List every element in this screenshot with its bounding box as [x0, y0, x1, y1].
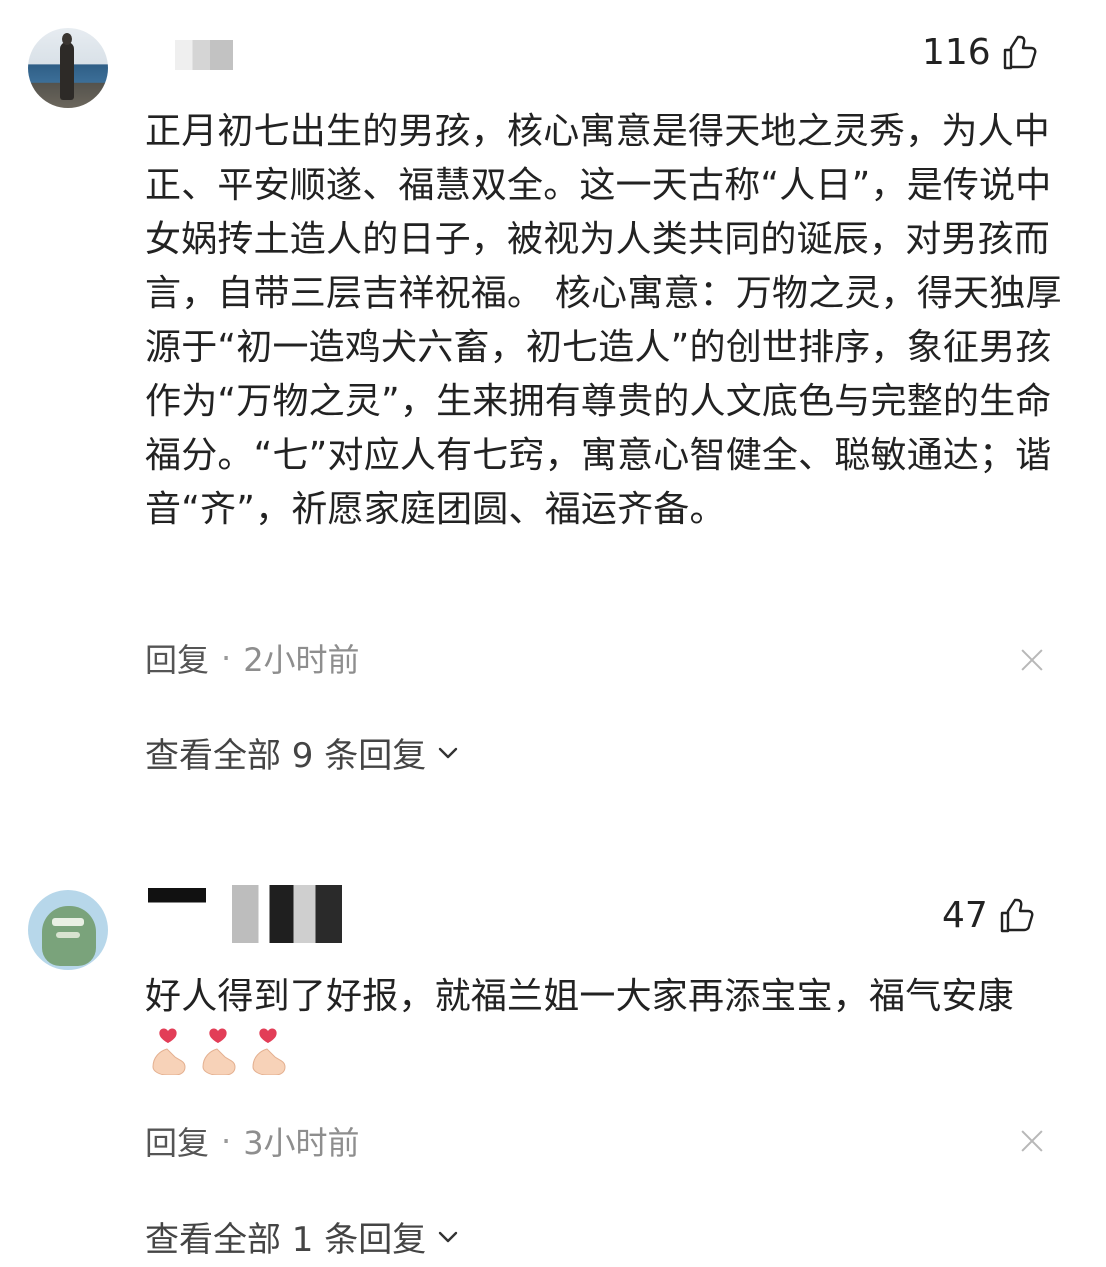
avatar[interactable] — [28, 28, 108, 108]
like-button[interactable]: 116 — [922, 32, 1039, 73]
avatar-cartoon-icon — [42, 906, 96, 966]
username-blurred[interactable] — [232, 885, 342, 943]
meta-separator: · — [221, 639, 232, 677]
reply-button[interactable]: 回复 — [145, 635, 209, 681]
finger-heart-icon — [145, 1025, 195, 1079]
comment-time: 2小时前 — [243, 641, 360, 679]
comment-meta: 回复 · 3小时前 — [145, 1118, 360, 1164]
view-replies-label: 查看全部 1 条回复 — [145, 1220, 427, 1260]
finger-heart-icon — [245, 1025, 295, 1079]
view-replies-label: 查看全部 9 条回复 — [145, 736, 427, 776]
comment-meta: 回复 · 2小时前 — [145, 635, 360, 681]
comment-body: 好人得到了好报，就福兰姐一大家再添宝宝，福气安康 — [145, 976, 1014, 1017]
thumbs-up-icon — [1003, 35, 1037, 69]
avatar-person-icon — [60, 33, 74, 100]
thumbs-up-icon — [1000, 898, 1034, 932]
comment-text: 好人得到了好报，就福兰姐一大家再添宝宝，福气安康 — [145, 970, 1045, 1079]
reply-button[interactable]: 回复 — [145, 1118, 209, 1164]
finger-heart-icon — [195, 1025, 245, 1079]
chevron-down-icon — [439, 747, 458, 758]
view-all-replies-button[interactable]: 查看全部 1 条回复 — [145, 1212, 462, 1261]
comment-text: 正月初七出生的男孩，核心寓意是得天地之灵秀，为人中正、平安顺遂、福慧双全。这一天… — [145, 111, 1062, 530]
like-button[interactable]: 47 — [942, 895, 1036, 936]
avatar[interactable] — [28, 890, 108, 970]
like-count: 116 — [922, 32, 991, 73]
chevron-down-icon — [439, 1231, 458, 1242]
view-all-replies-button[interactable]: 查看全部 9 条回复 — [145, 728, 462, 777]
comment-time: 3小时前 — [243, 1124, 360, 1162]
close-icon[interactable] — [1017, 1126, 1047, 1156]
close-icon[interactable] — [1017, 645, 1047, 675]
username-blurred[interactable] — [148, 888, 206, 914]
meta-separator: · — [221, 1122, 232, 1160]
like-count: 47 — [942, 895, 988, 936]
username-blurred[interactable] — [175, 40, 233, 70]
